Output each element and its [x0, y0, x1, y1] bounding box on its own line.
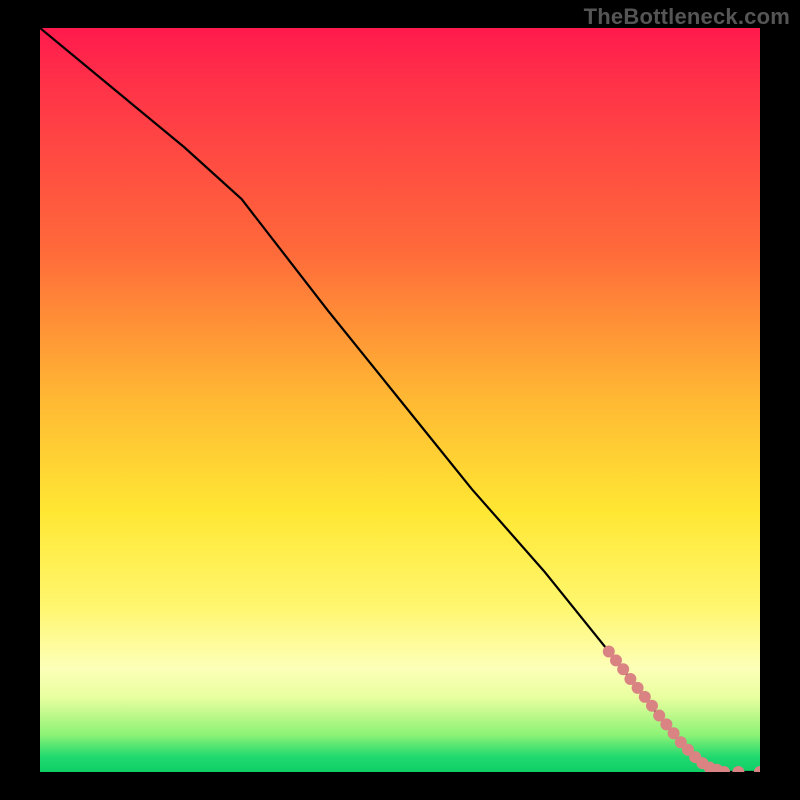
curve-line — [40, 28, 760, 772]
scatter-point — [732, 766, 744, 772]
scatter-point — [617, 663, 629, 675]
scatter-point — [646, 700, 658, 712]
plot-area — [40, 28, 760, 772]
chart-frame: TheBottleneck.com — [0, 0, 800, 800]
watermark-text: TheBottleneck.com — [584, 4, 790, 30]
chart-svg — [40, 28, 760, 772]
scatter-point — [754, 766, 760, 772]
scatter-markers — [603, 646, 760, 773]
